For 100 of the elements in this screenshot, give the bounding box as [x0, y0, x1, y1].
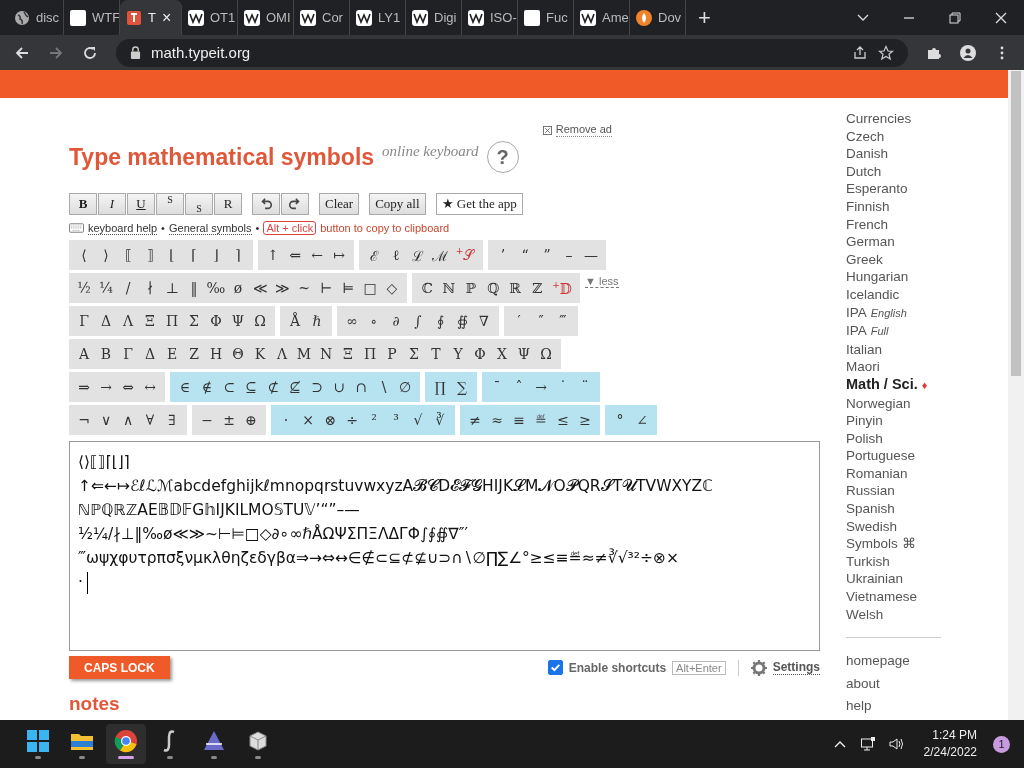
symbol-key[interactable]: Δ — [139, 339, 161, 369]
symbol-key[interactable]: ⊆ — [240, 372, 262, 402]
format-button[interactable]: I — [98, 193, 126, 215]
symbol-key[interactable]: ± — [218, 405, 240, 435]
symbol-key[interactable]: Δ — [95, 306, 117, 336]
symbol-key[interactable]: Ψ — [513, 339, 535, 369]
footer-link[interactable]: help — [846, 695, 946, 718]
language-link[interactable]: Pinyin — [846, 412, 946, 430]
symbol-key[interactable]: ≝ — [530, 405, 552, 435]
footer-link[interactable]: homepage — [846, 650, 946, 673]
action-button[interactable]: Copy all — [369, 193, 426, 215]
symbol-key[interactable]: ∩ — [350, 372, 372, 402]
symbol-key[interactable]: ⌉ — [227, 240, 249, 270]
language-link[interactable]: Maori — [846, 358, 946, 376]
help-button[interactable]: ? — [486, 141, 519, 173]
symbol-key[interactable]: ⌋ — [205, 240, 227, 270]
share-icon[interactable] — [852, 44, 868, 61]
symbol-key[interactable]: ◇ — [381, 273, 403, 303]
symbol-key[interactable]: ″ — [530, 306, 552, 336]
symbol-key[interactable]: ⟧ — [139, 240, 161, 270]
symbol-key[interactable]: ℏ — [306, 306, 328, 336]
language-link[interactable]: Swedish — [846, 517, 946, 536]
symbol-key[interactable]: ³ — [385, 405, 407, 435]
language-link[interactable]: IPA Full — [846, 322, 946, 341]
symbol-key[interactable]: Η — [205, 339, 227, 369]
symbol-key[interactable]: Ω — [535, 339, 557, 369]
symbol-key[interactable]: ∞ — [341, 306, 363, 336]
language-link[interactable]: Ukrainian — [846, 570, 946, 589]
language-link[interactable]: Polish — [846, 429, 946, 448]
symbol-key[interactable]: Γ — [73, 306, 95, 336]
language-link[interactable]: Norwegian — [846, 394, 946, 413]
format-button[interactable]: S — [185, 193, 213, 215]
star-icon[interactable] — [878, 44, 894, 61]
symbol-key[interactable]: ½ — [73, 273, 95, 303]
symbol-key[interactable]: ⊄ — [262, 372, 284, 402]
symbol-key[interactable]: ≥ — [574, 405, 596, 435]
close-icon[interactable]: × — [161, 8, 172, 27]
symbol-key[interactable]: ⊗ — [319, 405, 341, 435]
general-symbols-link[interactable]: General symbols — [168, 221, 252, 235]
language-link[interactable]: Italian — [846, 340, 946, 359]
symbol-key[interactable]: × — [297, 405, 319, 435]
symbol-key[interactable]: Ξ — [337, 339, 359, 369]
symbol-key[interactable]: ⊈ — [284, 372, 306, 402]
symbol-key[interactable]: ⇒ — [73, 372, 95, 402]
symbol-key[interactable]: ≡ — [508, 405, 530, 435]
symbol-key[interactable]: Κ — [249, 339, 271, 369]
symbol-key[interactable]: ² — [363, 405, 385, 435]
symbol-key[interactable]: Ε — [161, 339, 183, 369]
symbol-key[interactable]: Υ — [447, 339, 469, 369]
symbol-key[interactable]: Φ — [205, 306, 227, 336]
language-link[interactable]: Math / Sci. ♦ — [846, 375, 946, 395]
symbol-key[interactable]: ø — [227, 273, 249, 303]
language-link[interactable]: Romanian — [846, 464, 946, 483]
language-link[interactable]: IPA English — [846, 303, 946, 323]
symbol-key[interactable]: ∛ — [429, 405, 451, 435]
scrollbar[interactable] — [1008, 70, 1024, 720]
symbol-key[interactable]: ℓ — [385, 240, 407, 270]
symbol-key[interactable]: ≫ — [271, 273, 293, 303]
symbol-key[interactable]: ≤ — [552, 405, 574, 435]
symbol-key[interactable]: Θ — [227, 339, 249, 369]
forward-arrow-icon[interactable] — [48, 44, 64, 61]
symbol-key[interactable]: ⟨ — [73, 240, 95, 270]
reload-icon[interactable] — [82, 44, 98, 61]
symbol-key[interactable]: Å — [284, 306, 306, 336]
address-field[interactable]: math.typeit.org — [116, 38, 908, 67]
symbol-key[interactable]: ↔ — [139, 372, 161, 402]
profile-icon[interactable] — [960, 44, 976, 61]
close-box-icon[interactable] — [542, 126, 552, 135]
symbol-key[interactable]: ≈ — [486, 405, 508, 435]
symbol-key[interactable]: Χ — [491, 339, 513, 369]
symbol-key[interactable]: ⊂ — [218, 372, 240, 402]
symbol-key[interactable]: Β — [95, 339, 117, 369]
symbol-key[interactable]: ” — [536, 240, 558, 270]
symbol-key[interactable]: ≠ — [464, 405, 486, 435]
language-link[interactable]: German — [846, 233, 946, 251]
symbol-key[interactable]: ⟩ — [95, 240, 117, 270]
language-link[interactable]: Portuguese — [846, 447, 946, 465]
symbol-key[interactable]: ∤ — [139, 273, 161, 303]
symbol-key[interactable]: ‴ — [552, 306, 574, 336]
checkbox[interactable] — [547, 660, 563, 675]
language-link[interactable]: Icelandic — [846, 285, 946, 304]
symbol-key[interactable]: ∅ — [394, 372, 416, 402]
symbol-key[interactable]: ¼ — [95, 273, 117, 303]
symbol-key[interactable]: ⊥ — [161, 273, 183, 303]
symbol-key[interactable]: Ν — [315, 339, 337, 369]
symbol-key[interactable]: ↦ — [328, 240, 350, 270]
symbol-key[interactable]: □ — [359, 273, 381, 303]
symbol-key[interactable]: ℒ — [407, 240, 429, 270]
undo-button[interactable] — [252, 193, 280, 215]
language-link[interactable]: Danish — [846, 145, 946, 163]
language-link[interactable]: Vietnamese — [846, 588, 946, 606]
symbol-key[interactable]: Ρ — [381, 339, 403, 369]
symbol-key[interactable]: ℕ — [438, 273, 460, 303]
symbol-key[interactable]: ⌊ — [161, 240, 183, 270]
symbol-key[interactable]: ‰ — [205, 273, 227, 303]
format-button[interactable]: U — [127, 193, 155, 215]
symbol-key[interactable]: ° — [609, 405, 631, 435]
remove-ad-link[interactable]: Remove ad — [555, 123, 612, 137]
symbol-key[interactable]: ∃ — [161, 405, 183, 435]
symbol-key[interactable]: ∨ — [95, 405, 117, 435]
